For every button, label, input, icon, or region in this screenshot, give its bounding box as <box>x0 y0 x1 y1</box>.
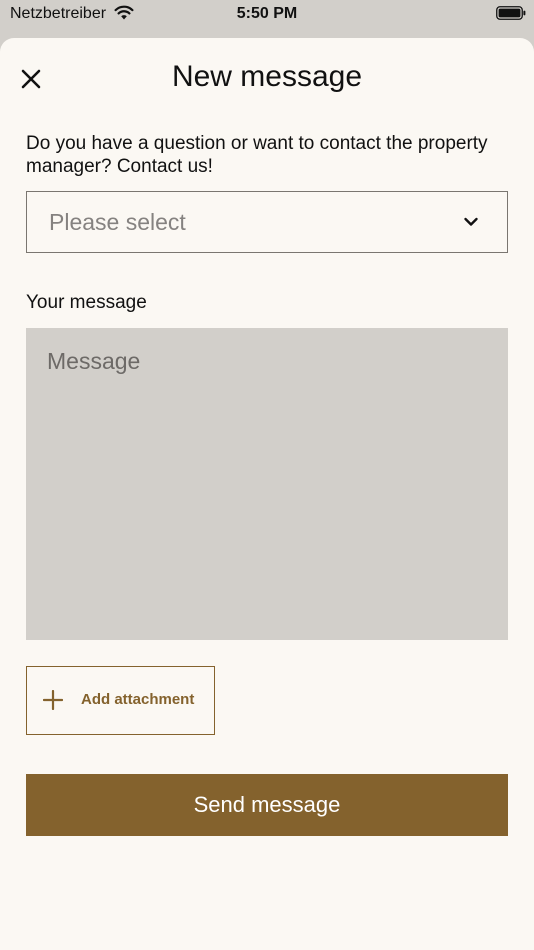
new-message-sheet: New message Do you have a question or wa… <box>0 38 534 950</box>
intro-text: Do you have a question or want to contac… <box>26 133 488 177</box>
topic-select-placeholder: Please select <box>49 209 186 235</box>
add-attachment-button[interactable]: Add attachment <box>26 666 215 735</box>
plus-icon <box>43 690 63 710</box>
status-time: 5:50 PM <box>236 5 298 22</box>
message-textarea[interactable] <box>26 328 508 640</box>
topic-select[interactable]: Please select <box>26 191 508 253</box>
send-message-button[interactable]: Send message <box>26 774 508 836</box>
message-label: Your message <box>26 292 147 313</box>
add-attachment-label: Add attachment <box>81 691 195 708</box>
chevron-down-icon <box>464 217 478 226</box>
status-bar: Netzbetreiber 5:50 PM <box>0 0 534 38</box>
battery-icon <box>496 6 526 20</box>
page-title: New message <box>171 60 363 93</box>
